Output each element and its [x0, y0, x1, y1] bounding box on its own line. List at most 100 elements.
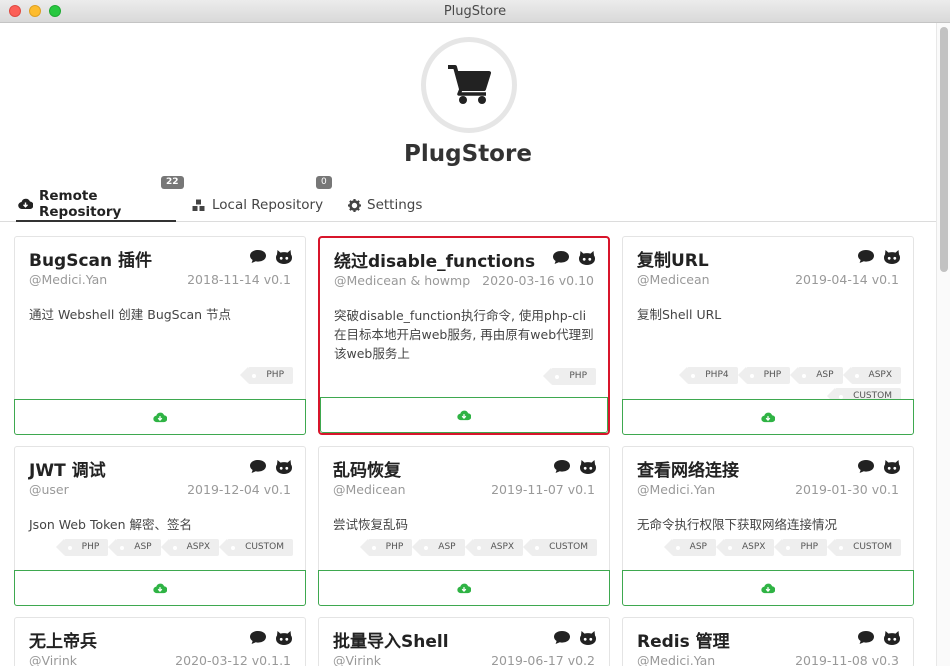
plugin-card[interactable]: 乱码恢复 @Medicean 2019-11-07 v0.1 尝试恢复乱码 PHP ASP… — [318, 446, 610, 606]
platform-tag: PHP — [359, 539, 413, 556]
vertical-scrollbar[interactable] — [936, 23, 950, 666]
comment-icon[interactable] — [553, 630, 571, 650]
tab-remote-repository[interactable]: Remote Repository 22 — [16, 176, 184, 222]
plugin-card[interactable]: JWT 调试 @user 2019-12-04 v0.1 Json Web Token… — [14, 446, 306, 606]
plugin-tags: PHP — [23, 367, 293, 384]
comment-icon[interactable] — [553, 459, 571, 479]
github-icon[interactable] — [579, 459, 597, 479]
comment-icon[interactable] — [857, 459, 875, 479]
comment-icon[interactable] — [249, 249, 267, 269]
download-button[interactable] — [320, 397, 608, 433]
app-logo — [421, 37, 517, 133]
github-icon[interactable] — [578, 250, 596, 270]
plugin-title: 查看网络连接 — [637, 461, 739, 481]
download-button[interactable] — [622, 570, 914, 606]
plugin-description: 尝试恢复乱码 — [333, 517, 409, 532]
platform-tag: CUSTOM — [827, 539, 901, 556]
download-button[interactable] — [14, 570, 306, 606]
tab-bar: Remote Repository 22 Local Repository 0 — [0, 176, 936, 222]
download-button[interactable] — [14, 399, 306, 435]
github-icon[interactable] — [275, 459, 293, 479]
plugin-title: 绕过disable_functions — [334, 252, 536, 272]
plugin-date-version: 2019-12-04 v0.1 — [187, 482, 291, 497]
cubes-icon — [192, 199, 206, 212]
download-button[interactable] — [318, 570, 610, 606]
plugin-description: 突破disable_function执行命令, 使用php-cli在目标本地开启… — [334, 308, 594, 361]
github-icon[interactable] — [579, 630, 597, 650]
tab-label: Settings — [367, 197, 423, 213]
platform-tag: ASPX — [160, 539, 220, 556]
tab-settings[interactable]: Settings — [348, 188, 422, 222]
platform-tag: ASP — [108, 539, 161, 556]
remote-count-badge: 22 — [161, 176, 184, 189]
platform-tag: ASP — [663, 539, 716, 556]
plugin-date-version: 2019-04-14 v0.1 — [795, 272, 899, 287]
comment-icon[interactable] — [552, 250, 570, 270]
plugin-description: 无命令执行权限下获取网络连接情况 — [637, 517, 838, 532]
platform-tag: PHP — [737, 367, 791, 384]
github-icon[interactable] — [275, 630, 293, 650]
platform-tag: CUSTOM — [523, 539, 597, 556]
plugin-date-version: 2019-11-08 v0.3 — [795, 653, 899, 666]
github-icon[interactable] — [883, 249, 901, 269]
cloud-download-icon — [761, 408, 776, 427]
window-title: PlugStore — [443, 4, 507, 19]
platform-tag: PHP4 — [679, 367, 738, 384]
comment-icon[interactable] — [857, 249, 875, 269]
comment-icon[interactable] — [857, 630, 875, 650]
plugin-card[interactable]: 绕过disable_functions @Medicean & howmp 2020… — [318, 236, 610, 435]
window-titlebar: PlugStore — [0, 0, 950, 23]
plugin-actions — [553, 459, 597, 479]
plugin-card[interactable]: 批量导入Shell @Virink 2019-06-17 v0.2 — [318, 617, 610, 666]
platform-tag: CUSTOM — [219, 539, 293, 556]
plugin-date-version: 2019-01-30 v0.1 — [795, 482, 899, 497]
download-button[interactable] — [622, 399, 914, 435]
cloud-download-icon — [457, 579, 472, 598]
plugin-actions — [249, 630, 293, 650]
plugin-author: @Medicean & howmp — [334, 273, 471, 288]
plugin-actions — [249, 249, 293, 269]
github-icon[interactable] — [883, 459, 901, 479]
platform-tag: ASPX — [464, 539, 524, 556]
plugin-tags: PHP — [326, 368, 596, 385]
plugin-tags: PHP ASP ASPX CUSTOM — [23, 539, 293, 556]
plugin-title: JWT 调试 — [29, 461, 106, 481]
plugin-author: @Virink — [333, 653, 382, 666]
cloud-download-icon — [153, 408, 168, 427]
close-window-button[interactable] — [9, 5, 21, 17]
plugin-title: 复制URL — [637, 251, 709, 271]
plugin-card[interactable]: BugScan 插件 @Medici.Yan 2018-11-14 v0.1 通过 W… — [14, 236, 306, 435]
plugin-description: 通过 Webshell 创建 BugScan 节点 — [29, 307, 232, 322]
main-content: PlugStore Remote Repository 22 Local Rep… — [0, 23, 936, 666]
tab-local-repository[interactable]: Local Repository 0 — [192, 176, 332, 222]
plugin-card[interactable]: 复制URL @Medicean 2019-04-14 v0.1 复制Shell URL… — [622, 236, 914, 435]
github-icon[interactable] — [275, 249, 293, 269]
platform-tag: PHP — [774, 539, 828, 556]
local-count-badge: 0 — [316, 176, 332, 189]
plugin-date-version: 2020-03-16 v0.10 — [482, 273, 594, 288]
minimize-window-button[interactable] — [29, 5, 41, 17]
plugin-card[interactable]: 无上帝兵 @Virink 2020-03-12 v0.1.1 — [14, 617, 306, 666]
github-icon[interactable] — [883, 630, 901, 650]
plugin-author: @Medicean — [637, 272, 710, 287]
platform-tag: ASPX — [842, 367, 901, 384]
plugin-date-version: 2019-11-07 v0.1 — [491, 482, 595, 497]
plugin-author: @Virink — [29, 653, 78, 666]
plugin-card[interactable]: Redis 管理 @Medici.Yan 2019-11-08 v0.3 — [622, 617, 914, 666]
cloud-download-icon — [761, 579, 776, 598]
plugin-author: @Medici.Yan — [637, 653, 716, 666]
gear-icon — [348, 198, 361, 212]
platform-tag: ASP — [412, 539, 465, 556]
scrollbar-thumb[interactable] — [940, 27, 948, 272]
shopping-cart-icon — [448, 65, 491, 104]
plugin-title: Redis 管理 — [637, 632, 730, 652]
plugin-description: 复制Shell URL — [637, 307, 722, 322]
cloud-download-icon — [457, 406, 472, 425]
plugin-actions — [553, 630, 597, 650]
plugin-tags: PHP ASP ASPX CUSTOM — [327, 539, 597, 556]
comment-icon[interactable] — [249, 630, 267, 650]
plugin-card[interactable]: 查看网络连接 @Medici.Yan 2019-01-30 v0.1 无命令执行权限下… — [622, 446, 914, 606]
plugin-author: @Medici.Yan — [29, 272, 108, 287]
maximize-window-button[interactable] — [49, 5, 61, 17]
comment-icon[interactable] — [249, 459, 267, 479]
